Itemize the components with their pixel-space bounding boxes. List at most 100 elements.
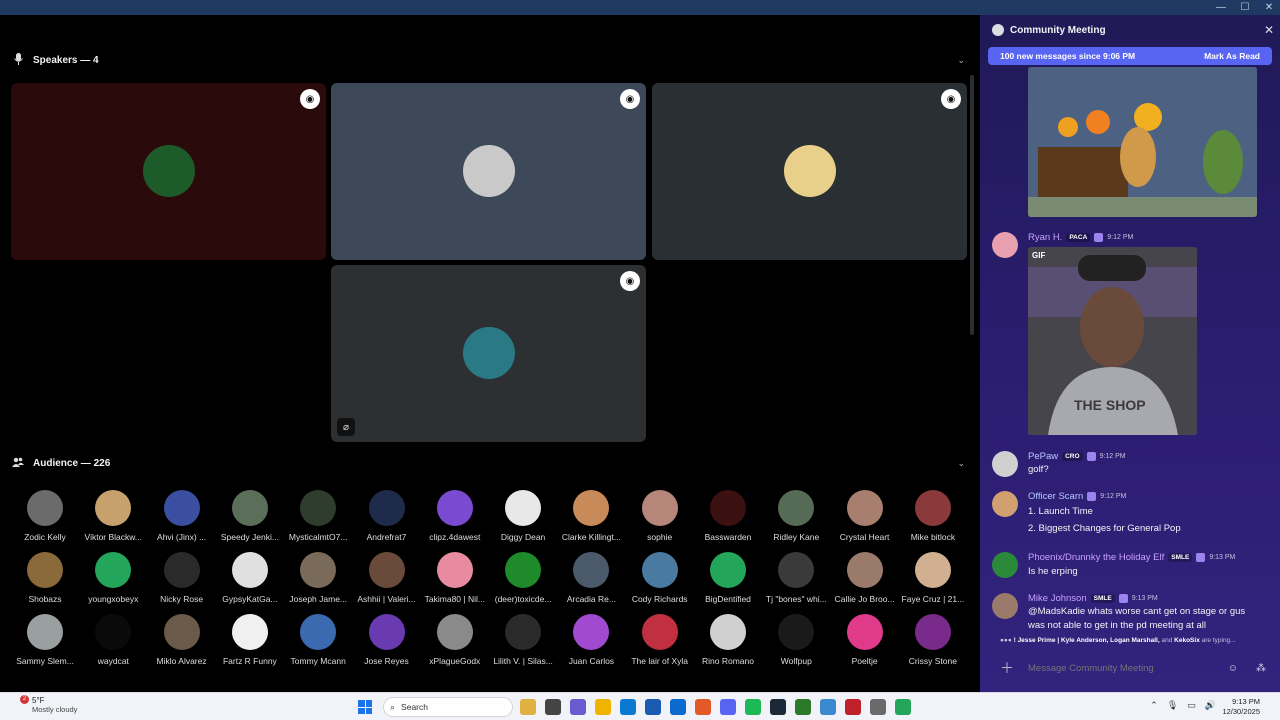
taskbar-search[interactable]: ⌕ Search bbox=[383, 697, 513, 717]
audience-member[interactable]: Lilith V. | Silas... bbox=[489, 614, 557, 666]
display-icon[interactable]: ▭ bbox=[1187, 700, 1196, 711]
emoji-icon[interactable]: ☺ bbox=[1228, 663, 1238, 674]
taskbar-app-icon[interactable] bbox=[895, 699, 911, 715]
clock[interactable]: 9:13 PM 12/30/2025 bbox=[1222, 697, 1260, 717]
taskbar-app-icon[interactable] bbox=[670, 699, 686, 715]
taskbar-app-icon[interactable] bbox=[695, 699, 711, 715]
user-avatar[interactable] bbox=[992, 451, 1018, 477]
audience-member[interactable]: Andrefrat7 bbox=[353, 490, 421, 542]
taskbar-app-icon[interactable] bbox=[745, 699, 761, 715]
audience-member[interactable]: Miklo Alvarez bbox=[148, 614, 216, 666]
taskbar-app-icon[interactable] bbox=[720, 699, 736, 715]
audience-member[interactable]: Clarke Killingt... bbox=[557, 490, 625, 542]
audience-member[interactable]: Callie Jo Broo... bbox=[831, 552, 899, 604]
message-input[interactable] bbox=[1028, 662, 1218, 674]
taskbar-app-icon[interactable] bbox=[845, 699, 861, 715]
username[interactable]: Officer Scarn bbox=[1028, 491, 1083, 502]
audience-member[interactable]: BigDentified bbox=[694, 552, 762, 604]
audience-member[interactable]: Cody Richards bbox=[626, 552, 694, 604]
audience-header[interactable]: Audience — 226 ⌄ bbox=[0, 449, 977, 477]
audience-member[interactable]: (deer)toxicde... bbox=[489, 552, 557, 604]
audience-member[interactable]: Mike bitlock bbox=[899, 490, 967, 542]
audience-member[interactable]: Joseph Jame... bbox=[284, 552, 352, 604]
speaker-tile-2[interactable]: ◉ bbox=[331, 83, 646, 260]
chevron-up-icon[interactable]: ⌃ bbox=[1150, 700, 1158, 711]
audience-member[interactable]: clipz.4dawest bbox=[421, 490, 489, 542]
stage-scrollbar[interactable] bbox=[970, 75, 974, 335]
audience-member[interactable]: Crissy Stone bbox=[899, 614, 967, 666]
audience-member[interactable]: GypsyKatGa... bbox=[216, 552, 284, 604]
audience-member[interactable]: Juan Carlos bbox=[557, 614, 625, 666]
minimize-button[interactable]: — bbox=[1216, 0, 1226, 15]
username[interactable]: Ryan H. bbox=[1028, 232, 1062, 243]
audience-member[interactable]: Ridley Kane bbox=[762, 490, 830, 542]
speaker-tile-1[interactable]: ◉ bbox=[11, 83, 326, 260]
speaker-tile-4[interactable]: ◉ ⌀ bbox=[331, 265, 646, 442]
audience-member[interactable]: Crystal Heart bbox=[831, 490, 899, 542]
audience-member[interactable]: Tj "bones" whi... bbox=[762, 552, 830, 604]
close-window-button[interactable]: ✕ bbox=[1264, 0, 1274, 15]
chevron-down-icon[interactable]: ⌄ bbox=[957, 458, 965, 469]
audience-member[interactable]: Poeltje bbox=[831, 614, 899, 666]
pin-icon[interactable]: ◉ bbox=[300, 89, 320, 109]
taskbar-app-icon[interactable] bbox=[520, 699, 536, 715]
taskbar-app-icon[interactable] bbox=[545, 699, 561, 715]
audience-member[interactable]: youngxobeyx bbox=[79, 552, 147, 604]
gif-image[interactable] bbox=[1028, 67, 1257, 217]
audience-member[interactable]: Nicky Rose bbox=[148, 552, 216, 604]
user-avatar[interactable] bbox=[992, 232, 1018, 258]
audience-member[interactable]: Rino Romano bbox=[694, 614, 762, 666]
username[interactable]: PePaw bbox=[1028, 451, 1058, 462]
pin-icon[interactable]: ◉ bbox=[620, 89, 640, 109]
audience-member[interactable]: xPlagueGodx bbox=[421, 614, 489, 666]
taskbar-app-icon[interactable] bbox=[770, 699, 786, 715]
taskbar-app-icon[interactable] bbox=[595, 699, 611, 715]
audience-member[interactable]: Basswarden bbox=[694, 490, 762, 542]
microphone-icon[interactable]: 🎙 bbox=[1167, 700, 1178, 711]
pin-icon[interactable]: ◉ bbox=[620, 271, 640, 291]
user-avatar[interactable] bbox=[992, 593, 1018, 619]
user-avatar[interactable] bbox=[992, 491, 1018, 517]
mark-as-read-button[interactable]: Mark As Read bbox=[1204, 51, 1260, 61]
audience-member[interactable]: Tommy Mcann bbox=[284, 614, 352, 666]
gif-image[interactable]: GIF THE SHOP bbox=[1028, 247, 1197, 435]
apps-icon[interactable]: ⁂ bbox=[1256, 663, 1266, 674]
taskbar-app-icon[interactable] bbox=[870, 699, 886, 715]
audience-member[interactable]: Diggy Dean bbox=[489, 490, 557, 542]
speakers-header[interactable]: Speakers — 4 ⌄ bbox=[0, 46, 977, 74]
volume-icon[interactable]: 🔊 bbox=[1205, 700, 1216, 711]
audience-member[interactable]: Sammy Slem... bbox=[11, 614, 79, 666]
audience-member[interactable]: Ashhii | Valeri... bbox=[353, 552, 421, 604]
audience-member[interactable]: Ahvi (Jinx) ... bbox=[148, 490, 216, 542]
audience-member[interactable]: The lair of Xyla bbox=[626, 614, 694, 666]
audience-member[interactable]: Wolfpup bbox=[762, 614, 830, 666]
user-avatar[interactable] bbox=[992, 552, 1018, 578]
taskbar-app-icon[interactable] bbox=[795, 699, 811, 715]
audience-member[interactable]: Shobazs bbox=[11, 552, 79, 604]
audience-member[interactable]: Zodic Kelly bbox=[11, 490, 79, 542]
taskbar-app-icon[interactable] bbox=[570, 699, 586, 715]
audience-member[interactable]: Viktor Blackw... bbox=[79, 490, 147, 542]
audience-member[interactable]: Arcadia Re... bbox=[557, 552, 625, 604]
pin-icon[interactable]: ◉ bbox=[941, 89, 961, 109]
taskbar-app-icon[interactable] bbox=[620, 699, 636, 715]
username[interactable]: Mike Johnson bbox=[1028, 593, 1087, 604]
taskbar-app-icon[interactable] bbox=[645, 699, 661, 715]
audience-member[interactable]: Fartz R Funny bbox=[216, 614, 284, 666]
speaker-tile-3[interactable]: ◉ bbox=[652, 83, 967, 260]
chevron-down-icon[interactable]: ⌄ bbox=[957, 55, 965, 66]
close-icon[interactable]: ✕ bbox=[1264, 23, 1274, 37]
maximize-button[interactable]: ☐ bbox=[1240, 0, 1250, 15]
audience-member[interactable]: Speedy Jenki... bbox=[216, 490, 284, 542]
new-messages-bar[interactable]: 100 new messages since 9:06 PM Mark As R… bbox=[988, 47, 1272, 65]
taskbar-app-icon[interactable] bbox=[820, 699, 836, 715]
audience-member[interactable]: sophie bbox=[626, 490, 694, 542]
audience-member[interactable]: MysticalmtO7... bbox=[284, 490, 352, 542]
audience-member[interactable]: Takima80 | Nil... bbox=[421, 552, 489, 604]
add-attachment-icon[interactable]: ＋ bbox=[1000, 658, 1014, 678]
audience-member[interactable]: waydcat bbox=[79, 614, 147, 666]
username[interactable]: Phoenix/Drunnky the Holiday Elf bbox=[1028, 552, 1164, 563]
start-button[interactable] bbox=[358, 700, 372, 714]
audience-member[interactable]: Jose Reyes bbox=[353, 614, 421, 666]
audience-member[interactable]: Faye Cruz | 21... bbox=[899, 552, 967, 604]
